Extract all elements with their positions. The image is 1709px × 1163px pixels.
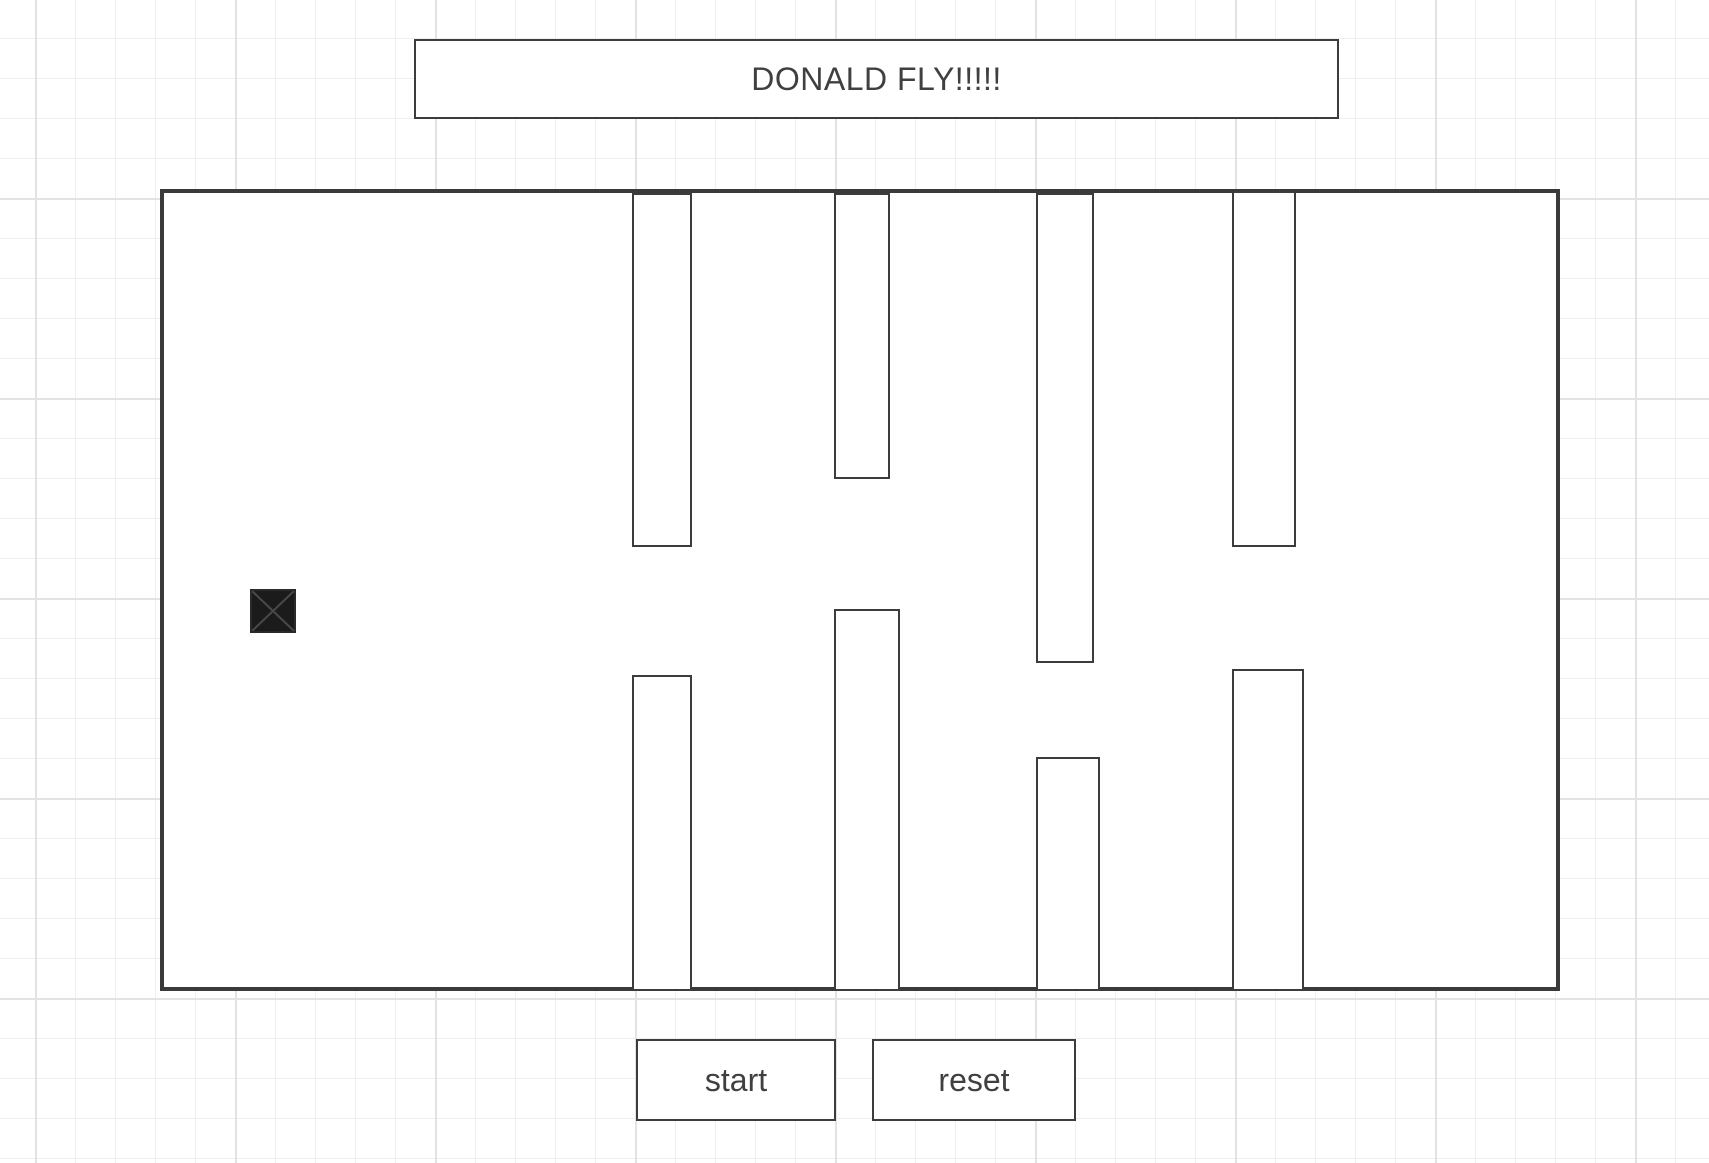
pipe-bottom-2 bbox=[834, 609, 900, 991]
reset-button[interactable]: reset bbox=[872, 1039, 1076, 1121]
pipe-top-1 bbox=[632, 193, 692, 547]
pipe-bottom-4 bbox=[1232, 669, 1304, 991]
start-button[interactable]: start bbox=[636, 1039, 836, 1121]
x-box-icon bbox=[252, 591, 294, 631]
player-bird bbox=[250, 589, 296, 633]
pipe-top-2 bbox=[834, 193, 890, 479]
game-title: DONALD FLY!!!!! bbox=[414, 39, 1339, 119]
pipe-top-4 bbox=[1232, 191, 1296, 547]
pipe-bottom-1 bbox=[632, 675, 692, 991]
pipe-bottom-3 bbox=[1036, 757, 1100, 991]
pipe-top-3 bbox=[1036, 193, 1094, 663]
